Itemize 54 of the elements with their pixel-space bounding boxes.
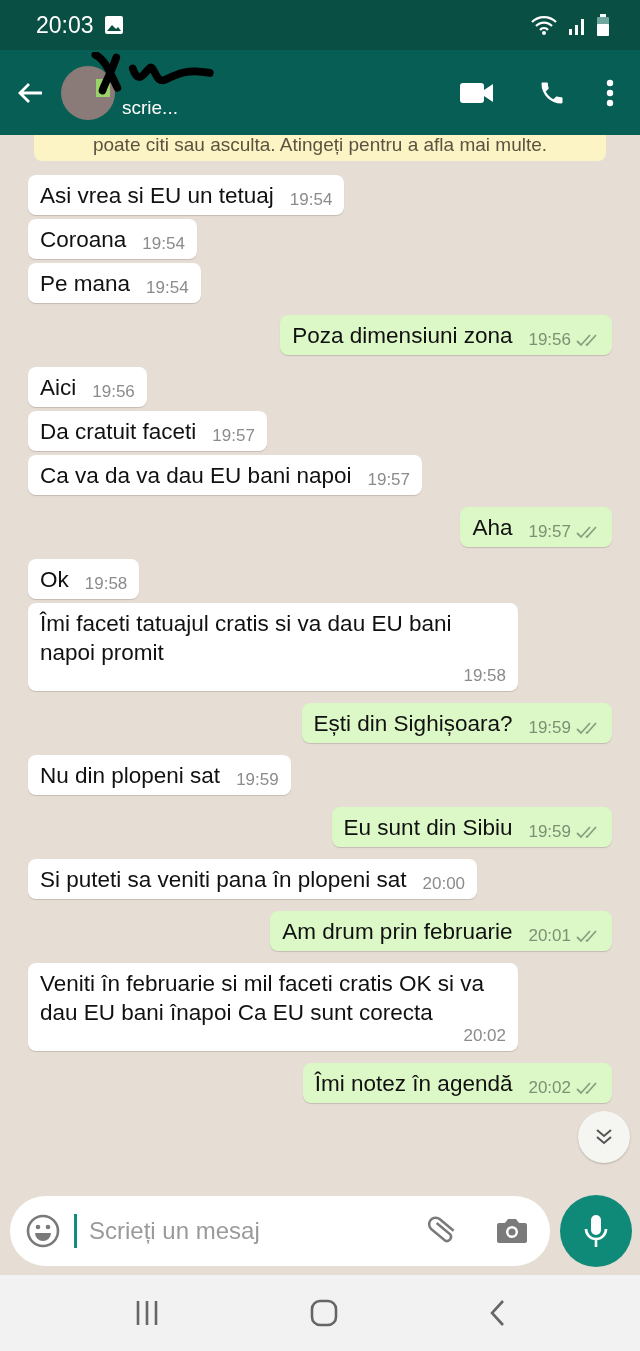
- avatar-icon: [60, 64, 116, 121]
- recents-icon: [135, 1300, 160, 1326]
- message-text: Veniti în februarie si mil faceti cratis OK si va dau EU bani înapoi Ca EU sunt corecta: [40, 970, 485, 1027]
- home-icon: [310, 1299, 338, 1327]
- clock-time: 20:03: [36, 11, 94, 39]
- message-input[interactable]: Scrieți un mesaj: [87, 1216, 412, 1246]
- message-text: Si puteti sa veniti pana în plopeni sat: [40, 866, 407, 894]
- message-time: 20:02: [463, 1027, 506, 1045]
- message-time: 19:59: [528, 719, 571, 737]
- back-arrow-icon: [18, 81, 44, 104]
- encryption-notice[interactable]: poate citi sau asculta. Atingeți pentru a afla mai multe.: [34, 135, 606, 161]
- microphone-icon: [583, 1213, 609, 1249]
- message-text: Îmi notez în agendă: [314, 1070, 513, 1098]
- message-text: Ești din Sighișoara?: [313, 710, 513, 738]
- double-chevron-down-icon: [594, 1127, 614, 1147]
- message-time: 19:54: [289, 191, 333, 209]
- message-text: Aha: [472, 514, 513, 542]
- back-chevron-icon: [488, 1299, 505, 1327]
- message-text: Eu sunt din Sibiu: [343, 814, 513, 842]
- message-time: 19:57: [367, 471, 410, 489]
- message-text: Pe mana: [40, 270, 131, 298]
- message-time: 19:58: [463, 667, 506, 685]
- video-camera-icon: [460, 80, 494, 105]
- message-text: Asi vrea si EU un tetuaj: [40, 182, 274, 210]
- message-time: 20:00: [422, 875, 466, 893]
- message-time: 19:58: [84, 575, 128, 593]
- message-time: 19:54: [146, 279, 189, 297]
- message-field[interactable]: Scrieți un mesaj: [10, 1196, 550, 1266]
- message-text: Îmi faceti tatuajul cratis si va dau EU bani napoi promit: [40, 610, 453, 667]
- message-time: 19:59: [236, 771, 279, 789]
- camera-icon: [496, 1217, 528, 1245]
- message-time: 19:57: [528, 523, 571, 541]
- wifi-icon: [530, 15, 558, 35]
- message-text: Ca va da va dau EU bani napoi: [40, 462, 352, 490]
- scroll-down-button[interactable]: [578, 1111, 630, 1163]
- image-icon: [103, 15, 124, 35]
- battery-icon: [596, 14, 610, 36]
- message-time: 19:59: [528, 823, 571, 841]
- message-time: 19:54: [142, 235, 185, 253]
- more-vertical-icon: [606, 78, 614, 107]
- typing-status: scrie...: [122, 96, 179, 119]
- message-text: Nu din plopeni sat: [40, 762, 221, 790]
- message-time: 19:56: [92, 383, 135, 401]
- message-time: 19:57: [212, 427, 255, 445]
- message-text: Ok: [40, 566, 69, 594]
- smiley-icon: [26, 1214, 60, 1248]
- message-text: Da cratuit faceti: [40, 418, 197, 446]
- message-text: Am drum prin februarie: [282, 918, 513, 946]
- message-time: 19:56: [528, 331, 571, 349]
- message-time: 20:02: [528, 1079, 571, 1097]
- message-time: 20:01: [528, 927, 571, 945]
- message-text: Poza dimensiuni zona: [292, 322, 513, 350]
- message-text: Aici: [40, 374, 77, 402]
- message-text: Coroana: [40, 226, 127, 254]
